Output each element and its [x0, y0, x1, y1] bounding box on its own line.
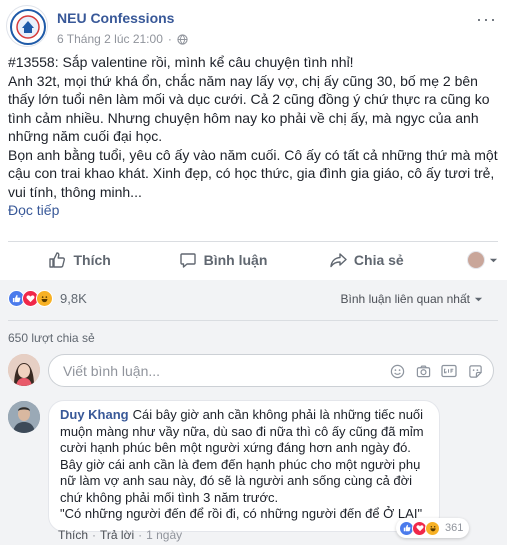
- comment-button[interactable]: Bình luận: [151, 251, 294, 269]
- like-icon: [49, 252, 66, 268]
- like-button[interactable]: Thích: [8, 251, 151, 269]
- comment-sort-dropdown[interactable]: Bình luận liên quan nhất: [341, 292, 483, 306]
- read-more-link[interactable]: Đọc tiếp: [8, 201, 498, 220]
- action-separator: ·: [138, 528, 143, 542]
- share-count-link[interactable]: 650 lượt chia sẻ: [8, 331, 95, 345]
- comment-bubble: Duy Khang Cái bây giờ anh cần không phải …: [48, 400, 440, 532]
- share-icon: [330, 253, 347, 268]
- comment-like-link[interactable]: Thích: [58, 528, 88, 542]
- camera-icon[interactable]: [415, 363, 431, 379]
- haha-reaction-icon: [36, 290, 53, 307]
- comment-icon: [179, 253, 196, 268]
- comment-actions: Thích · Trả lời · 1 ngày: [58, 528, 182, 542]
- globe-icon: [177, 33, 188, 45]
- emoji-icon[interactable]: [389, 363, 405, 379]
- comment-reaction-count: 361: [445, 522, 464, 534]
- action-separator: ·: [92, 528, 97, 542]
- page-name[interactable]: NEU Confessions: [57, 10, 174, 26]
- post-header: NEU Confessions 6 Tháng 2 lúc 21:00 · ··…: [6, 5, 501, 47]
- commenter-avatar-image: [8, 401, 40, 433]
- divider: [8, 241, 498, 242]
- post-meta: 6 Tháng 2 lúc 21:00 ·: [57, 32, 188, 46]
- comment-input-box[interactable]: [48, 354, 494, 387]
- post-as-selector[interactable]: [438, 251, 498, 269]
- post-paragraph: Bọn anh bằng tuổi, yêu cô ấy vào năm cuố…: [8, 146, 498, 200]
- post-actions: Thích Bình luận Chia sẻ: [8, 243, 498, 277]
- sticker-icon[interactable]: [467, 363, 483, 379]
- page-logo-icon: [8, 7, 47, 46]
- composer-icons: [389, 363, 483, 379]
- comment-age[interactable]: 1 ngày: [146, 528, 182, 542]
- like-label: Thích: [73, 252, 111, 268]
- comment-sort-label: Bình luận liên quan nhất: [340, 292, 470, 306]
- divider: [8, 320, 498, 321]
- gif-icon[interactable]: [441, 363, 457, 379]
- commenter-avatar[interactable]: [8, 401, 40, 433]
- chevron-down-icon: [489, 258, 498, 262]
- comment-reply-link[interactable]: Trả lời: [100, 528, 134, 542]
- reaction-count: 9,8K: [60, 291, 87, 306]
- comment-label: Bình luận: [203, 252, 268, 268]
- comment-input[interactable]: [63, 363, 343, 379]
- post-paragraph: #13558: Sắp valentine rồi, mình kể câu c…: [8, 54, 354, 70]
- reaction-summary[interactable]: 9,8K: [8, 290, 87, 307]
- post-paragraph: Anh 32t, mọi thứ khá ổn, chắc năm nay lấ…: [8, 72, 490, 145]
- comment-reaction-summary[interactable]: 361: [396, 518, 470, 538]
- user-avatar[interactable]: [8, 354, 40, 386]
- share-button[interactable]: Chia sẻ: [295, 251, 438, 269]
- user-avatar-image: [8, 354, 40, 386]
- page-avatar[interactable]: [6, 5, 48, 47]
- comment-composer: [8, 352, 498, 390]
- comment-quote: "Có những người đến để rồi đi, có những …: [60, 506, 423, 521]
- haha-reaction-icon: [425, 520, 440, 536]
- comment-author[interactable]: Duy Khang: [60, 407, 129, 422]
- post-body: #13558: Sắp valentine rồi, mình kể câu c…: [8, 53, 498, 220]
- more-options-button[interactable]: ···: [476, 9, 497, 30]
- post-timestamp[interactable]: 6 Tháng 2 lúc 21:00: [57, 32, 163, 46]
- chevron-down-icon: [474, 297, 483, 301]
- share-label: Chia sẻ: [353, 252, 404, 268]
- meta-separator: ·: [167, 32, 172, 46]
- viewer-avatar: [466, 251, 485, 269]
